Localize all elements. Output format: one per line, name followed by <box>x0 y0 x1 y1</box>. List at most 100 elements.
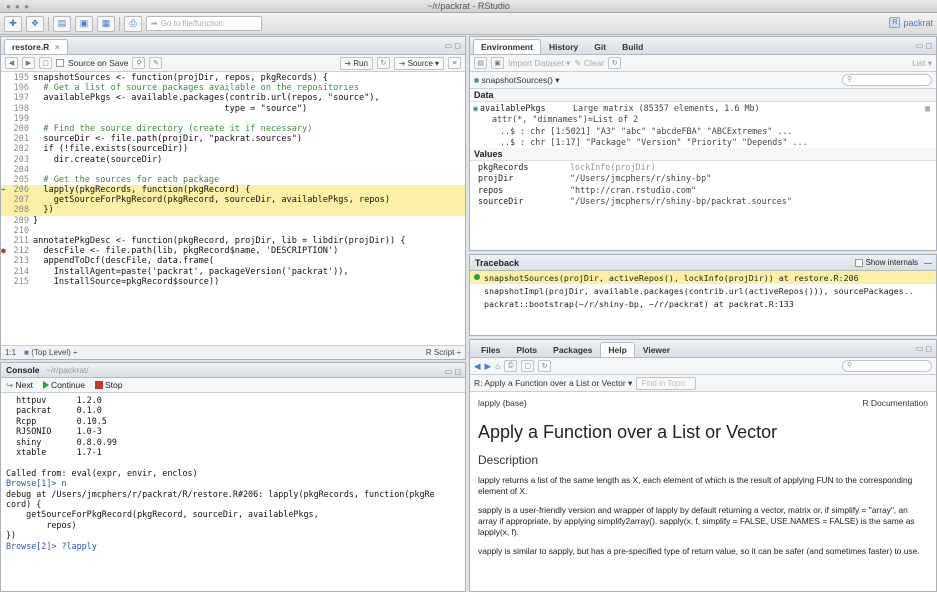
topic-select[interactable]: R: Apply a Function over a List or Vecto… <box>474 378 632 389</box>
gutter[interactable] <box>1 277 9 287</box>
forward-icon[interactable]: ▶ <box>485 361 492 372</box>
tab-packages[interactable]: Packages <box>545 342 600 357</box>
clear-button[interactable]: ✎ Clear <box>574 58 604 69</box>
gutter[interactable] <box>1 83 9 93</box>
stop-button[interactable]: Stop <box>95 380 123 390</box>
pane-window-controls[interactable]: ▭ ◻ <box>916 41 932 50</box>
continue-button[interactable]: Continue <box>42 380 85 390</box>
file-type-selector[interactable]: R Script ÷ <box>426 348 461 357</box>
gutter[interactable] <box>1 93 9 103</box>
next-button[interactable]: ↪ Next <box>6 380 33 391</box>
gutter[interactable] <box>1 155 9 165</box>
pane-window-controls[interactable]: ▭ ◻ <box>916 344 932 353</box>
open-project-icon[interactable]: ❖ <box>26 15 44 32</box>
value-row[interactable]: repos "http://cran.rstudio.com" <box>470 184 936 196</box>
gutter[interactable] <box>1 104 9 114</box>
find-in-topic-input[interactable]: Find in Topic <box>636 376 697 390</box>
tab-help[interactable]: Help <box>600 342 635 357</box>
code-line[interactable]: 211 annotatePkgDesc <- function(pkgRecord… <box>1 236 465 246</box>
import-dataset-button[interactable]: Import Dataset ▾ <box>508 58 570 69</box>
gutter[interactable] <box>1 165 9 175</box>
tab-viewer[interactable]: Viewer <box>635 342 678 357</box>
gutter[interactable] <box>1 236 9 246</box>
grid-view-icon[interactable]: ▦ <box>925 103 930 113</box>
print-icon[interactable]: ⎙ <box>504 360 518 372</box>
data-row[interactable]: ..$ : chr [1:17] "Package" "Version" "Pr… <box>470 137 936 149</box>
goto-file-input[interactable]: ➦ Go to file/function <box>146 16 262 31</box>
traceback-frame[interactable]: snapshotSources(projDir, activeRepos(), … <box>470 271 936 284</box>
list-view-button[interactable]: List ▾ <box>912 58 932 69</box>
code-line[interactable]: 196 # Get a list of source packages avai… <box>1 83 465 93</box>
data-row[interactable]: ◉ availablePkgs Large matrix (85357 elemen… <box>470 102 936 114</box>
data-row[interactable]: attr(*, "dimnames")=List of 2 <box>470 114 936 126</box>
code-line[interactable]: 197 availablePkgs <- available.packages(… <box>1 93 465 103</box>
tab-git[interactable]: Git <box>586 39 614 54</box>
gutter[interactable] <box>1 226 9 236</box>
outline-icon[interactable]: ≡ <box>448 57 461 69</box>
traceback-frame[interactable]: packrat::bootstrap(~/r/shiny-bp, ~/r/pac… <box>470 297 936 310</box>
code-tools-icon[interactable]: ✎ <box>149 57 163 69</box>
value-row[interactable]: pkgRecords lockInfo(projDir) <box>470 161 936 173</box>
tab-build[interactable]: Build <box>614 39 651 54</box>
close-icon[interactable]: × <box>55 42 60 52</box>
pane-window-controls[interactable]: ▭ ◻ <box>445 367 461 376</box>
environment-search[interactable]: ⚲ <box>842 74 932 86</box>
source-button[interactable]: ➜ Source ▾ <box>393 56 444 70</box>
refresh-icon[interactable]: ↻ <box>538 360 552 372</box>
gutter[interactable] <box>1 195 9 205</box>
show-internals-toggle[interactable]: Show internals <box>854 258 918 267</box>
code-line[interactable]: 215 InstallSource=pkgRecord$source)) <box>1 277 465 287</box>
code-line[interactable]: 208 }) <box>1 205 465 216</box>
back-icon[interactable]: ◀ <box>5 57 18 69</box>
show-in-window-icon[interactable]: ▢ <box>39 57 52 69</box>
pane-window-controls[interactable]: ▭ ◻ <box>445 41 461 50</box>
tab-history[interactable]: History <box>541 39 586 54</box>
code-line[interactable]: 207 getSourceForPkgRecord(pkgRecord, sou… <box>1 195 465 206</box>
code-line[interactable]: 199 <box>1 114 465 124</box>
show-internals-checkbox[interactable] <box>854 258 863 267</box>
code-line[interactable]: 202 if (!file.exists(sourceDir)) <box>1 144 465 154</box>
code-line[interactable]: 198 type = "source") <box>1 104 465 114</box>
gutter[interactable] <box>1 134 9 144</box>
code-line[interactable]: ➡ 206 lapply(pkgRecords, function(pkgReco… <box>1 185 465 196</box>
code-line[interactable]: ● 212 descFile <- file.path(lib, pkgRecor… <box>1 246 465 256</box>
open-file-icon[interactable]: ▤ <box>53 15 71 32</box>
source-on-save-checkbox[interactable] <box>56 59 64 67</box>
save-icon[interactable]: ▣ <box>75 15 93 32</box>
breakpoint-icon[interactable]: ● <box>1 246 9 256</box>
scope-selector[interactable]: ■ (Top Level) ÷ <box>24 348 77 357</box>
help-search[interactable]: ⚲ <box>842 360 932 372</box>
rerun-icon[interactable]: ↻ <box>376 57 390 69</box>
value-row[interactable]: projDir "/Users/jmcphers/r/shiny-bp" <box>470 173 936 185</box>
print-icon[interactable]: ⎙ <box>124 15 142 32</box>
code-line[interactable]: 209} <box>1 216 465 226</box>
gutter[interactable] <box>1 256 9 266</box>
tab-files[interactable]: Files <box>473 342 508 357</box>
save-workspace-icon[interactable]: ▣ <box>491 57 504 69</box>
gutter[interactable] <box>1 73 9 83</box>
code-line[interactable]: 195 snapshotSources <- function(projDir, … <box>1 73 465 83</box>
back-icon[interactable]: ◀ <box>474 361 481 372</box>
value-row[interactable]: sourceDir "/Users/jmcphers/r/shiny-bp/pac… <box>470 196 936 208</box>
code-line[interactable]: 214 InstallAgent=paste('packrat', packag… <box>1 267 465 277</box>
tab-restore-r[interactable]: restore.R × <box>4 39 68 54</box>
gutter[interactable] <box>1 175 9 185</box>
project-menu[interactable]: R packrat <box>889 17 933 28</box>
tab-plots[interactable]: Plots <box>508 342 545 357</box>
tab-environment[interactable]: Environment <box>473 39 541 54</box>
gutter[interactable] <box>1 144 9 154</box>
gutter[interactable] <box>1 267 9 277</box>
code-line[interactable]: 204 <box>1 165 465 175</box>
gutter[interactable] <box>1 205 9 215</box>
code-line[interactable]: 213 appendToDcf(descFile, data.frame( <box>1 256 465 266</box>
code-line[interactable]: 203 dir.create(sourceDir) <box>1 155 465 165</box>
load-workspace-icon[interactable]: ▤ <box>474 57 487 69</box>
forward-icon[interactable]: ▶ <box>22 57 35 69</box>
current-line-arrow-icon[interactable]: ➡ <box>1 185 9 195</box>
code-line[interactable]: 205 # Get the sources for each package <box>1 175 465 185</box>
gutter[interactable] <box>1 114 9 124</box>
home-icon[interactable]: ⌂ <box>495 361 500 371</box>
save-all-icon[interactable]: ▦ <box>97 15 115 32</box>
console-output[interactable]: httpuv 1.2.0 packrat 0.1.0 Rcpp 0.10.5 R… <box>1 393 465 553</box>
search-icon[interactable]: ⚲ <box>132 57 146 69</box>
